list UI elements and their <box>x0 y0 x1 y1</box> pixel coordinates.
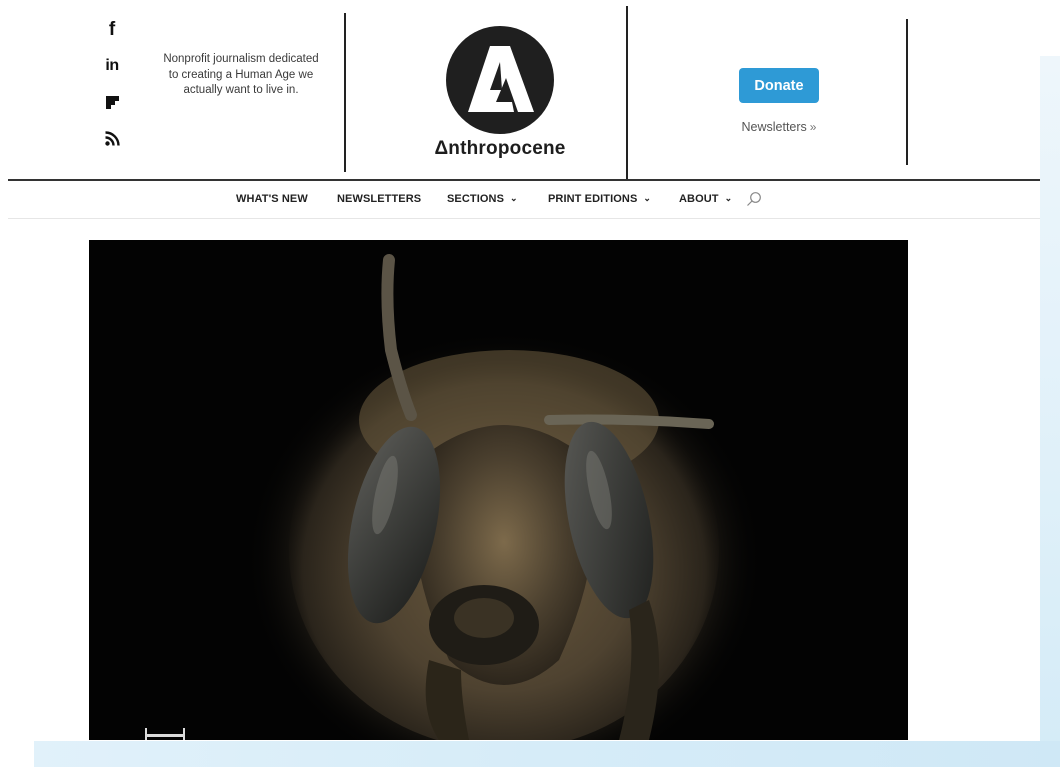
side-overlay-panel <box>1040 56 1060 767</box>
nav-item-whats-new[interactable]: WHAT'S NEW <box>236 193 308 205</box>
site-tagline: Nonprofit journalism dedicated to creati… <box>163 53 319 96</box>
facebook-icon[interactable]: f <box>100 18 124 42</box>
header-divider <box>906 19 908 165</box>
bee-photo <box>89 240 908 740</box>
nav-item-newsletters[interactable]: NEWSLETTERS <box>337 193 421 205</box>
nav-item-print-editions[interactable]: PRINT EDITIONS ⌄ <box>548 193 651 205</box>
linkedin-icon[interactable]: in <box>100 54 124 78</box>
hero-image <box>89 240 908 740</box>
newsletters-link-label: Newsletters <box>741 120 807 134</box>
logo-mark-icon <box>446 26 554 134</box>
site-logo[interactable]: Δnthropocene <box>430 26 570 160</box>
header-divider <box>626 6 628 180</box>
newsletters-link[interactable]: Newsletters» <box>720 120 838 134</box>
nav-underline <box>8 218 1060 219</box>
main-nav: WHAT'S NEW NEWSLETTERS SECTIONS ⌄ PRINT E… <box>0 189 1060 211</box>
header-rule <box>8 179 1060 181</box>
double-chevron-right-icon: » <box>809 120 817 134</box>
chevron-down-icon: ⌄ <box>510 193 518 203</box>
site-name: Δnthropocene <box>434 138 566 159</box>
rss-icon[interactable] <box>100 126 124 150</box>
nav-item-sections[interactable]: SECTIONS ⌄ <box>447 193 518 205</box>
search-icon[interactable] <box>746 191 762 207</box>
nav-item-about[interactable]: ABOUT ⌄ <box>679 193 732 205</box>
bottom-overlay-panel <box>34 741 1060 767</box>
chevron-down-icon: ⌄ <box>724 193 733 203</box>
chevron-down-icon: ⌄ <box>643 193 652 203</box>
donate-button[interactable]: Donate <box>739 68 819 103</box>
header-divider <box>344 13 346 172</box>
flipboard-icon[interactable] <box>100 90 124 114</box>
